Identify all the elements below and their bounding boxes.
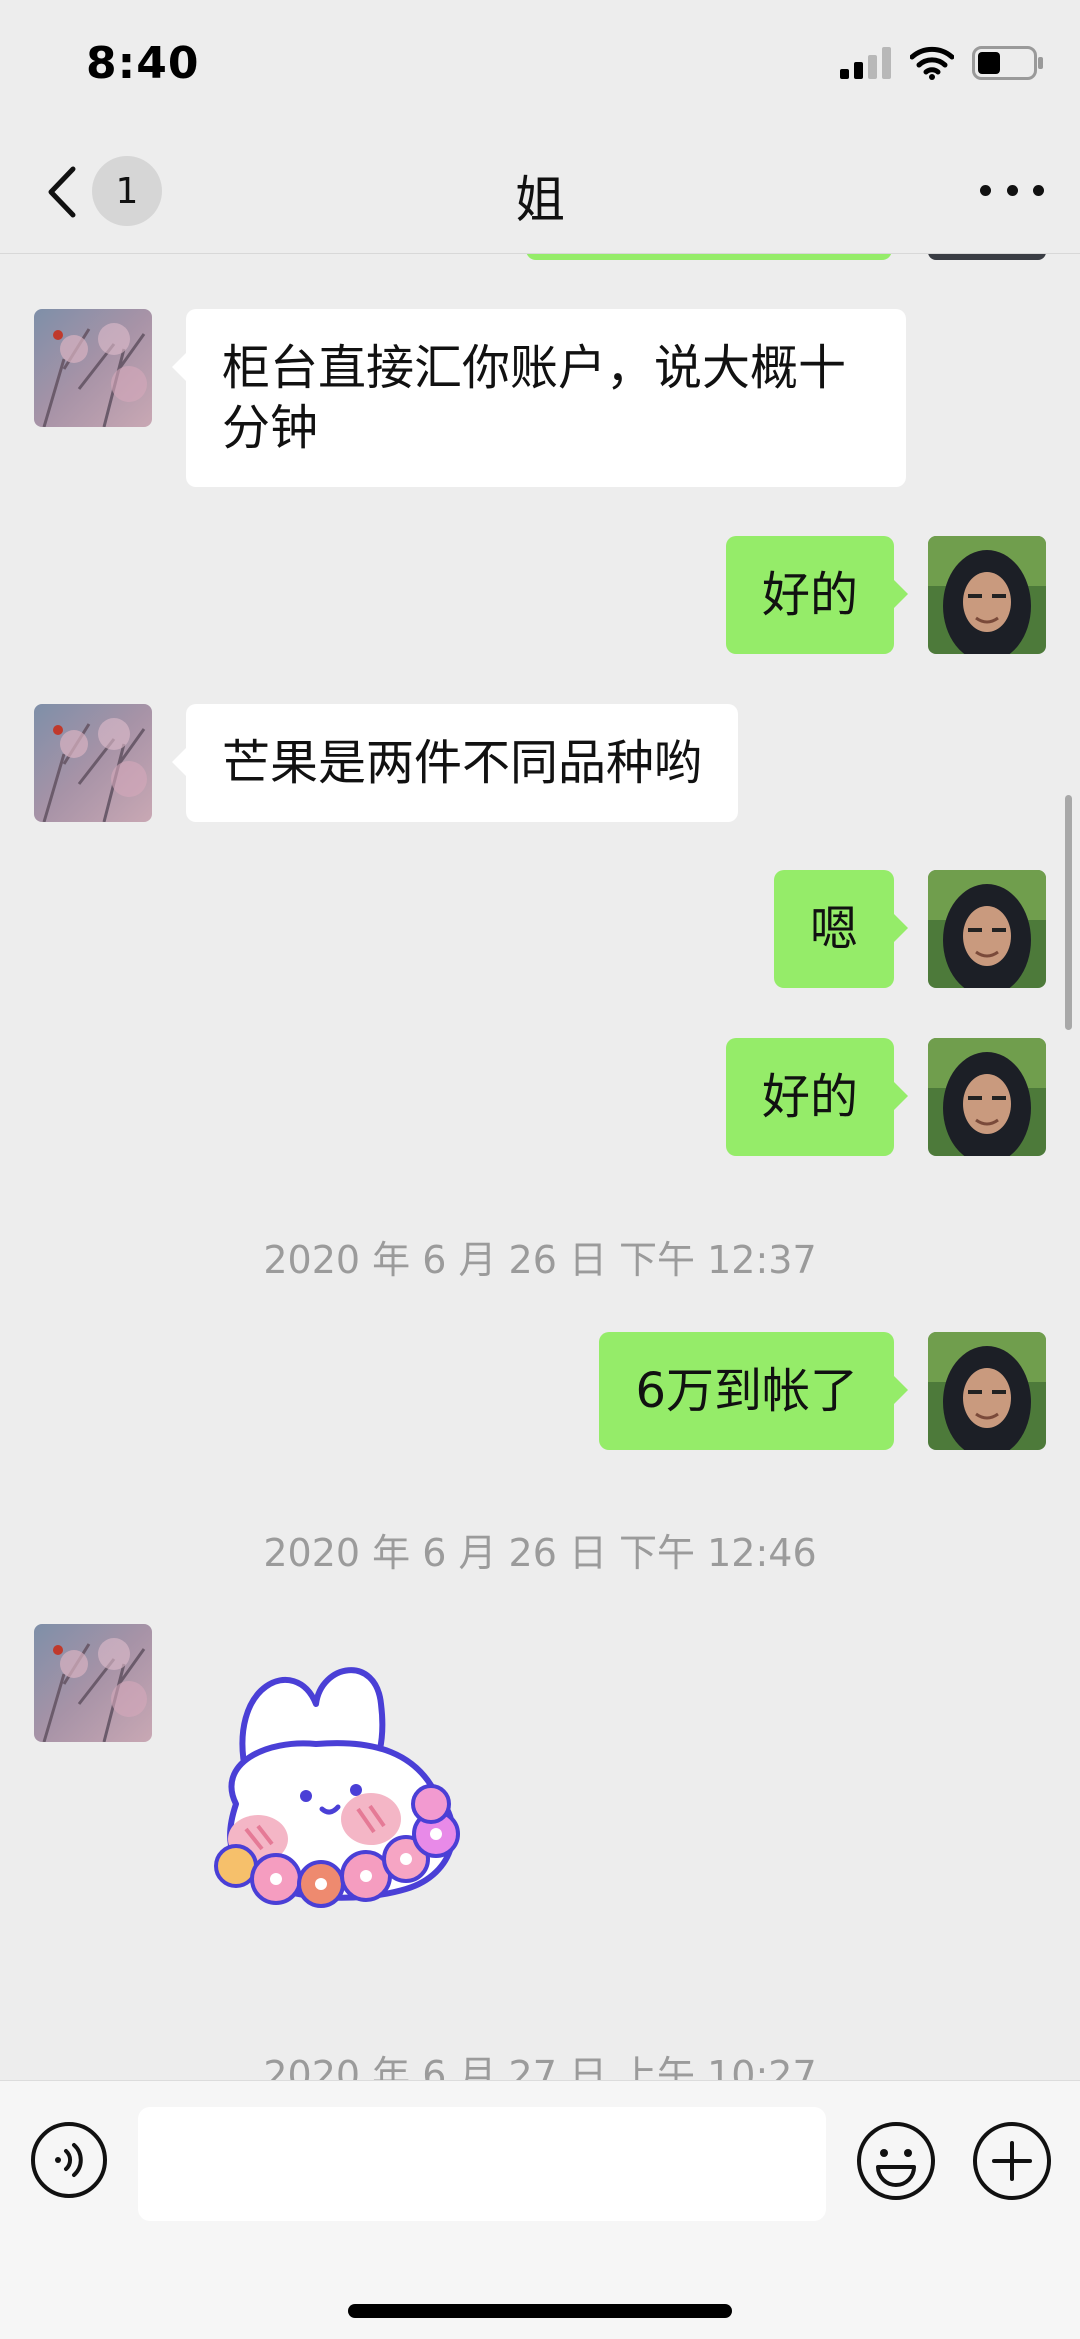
- user-avatar[interactable]: [928, 870, 1046, 988]
- message-input[interactable]: [138, 2107, 826, 2221]
- message-bubble[interactable]: 芒果是两件不同品种哟: [171, 704, 739, 822]
- message-bubble[interactable]: 柜台直接汇你账户，说大概十分钟: [172, 309, 906, 487]
- bunny-sticker[interactable]: [206, 1644, 526, 1944]
- battery-icon: [972, 46, 1043, 80]
- timestamp: 2020 年 6 月 26 日 下午 12:37: [263, 1238, 817, 1282]
- chat-title: 姐: [515, 171, 565, 229]
- status-time: 8:40: [86, 38, 200, 89]
- more-button[interactable]: [980, 170, 1044, 210]
- voice-icon[interactable]: [30, 2121, 108, 2199]
- input-bar: [0, 2080, 1080, 2339]
- signal-icon: [840, 47, 891, 79]
- timestamp: 2020 年 6 月 27 日 上午 10:27: [263, 2053, 817, 2080]
- status-bar: 8:40: [0, 0, 1080, 130]
- user-avatar[interactable]: [928, 536, 1046, 654]
- user-avatar[interactable]: [928, 1038, 1046, 1156]
- user-avatar[interactable]: [928, 1332, 1046, 1450]
- partial-avatar: [928, 254, 1046, 260]
- scroll-indicator[interactable]: [1065, 795, 1072, 1030]
- emoji-icon[interactable]: [856, 2121, 936, 2201]
- wifi-icon: [910, 46, 954, 80]
- contact-avatar[interactable]: [34, 704, 152, 822]
- contact-avatar[interactable]: [34, 309, 152, 427]
- timestamp: 2020 年 6 月 26 日 下午 12:46: [263, 1531, 817, 1575]
- partial-bubble: [526, 254, 892, 260]
- status-icons: [840, 46, 1044, 80]
- home-indicator: [348, 2304, 732, 2318]
- chat-area[interactable]: 柜台直接汇你账户，说大概十分钟 好的 芒果是两件不同品种哟 嗯 好的 2020 …: [0, 254, 1080, 2080]
- plus-icon[interactable]: [972, 2121, 1052, 2201]
- more-icon: [980, 184, 991, 196]
- message-bubble[interactable]: 嗯: [773, 870, 909, 988]
- contact-avatar[interactable]: [34, 1624, 152, 1742]
- nav-bar: 1 姐: [0, 130, 1080, 254]
- message-bubble[interactable]: 好的: [725, 1038, 909, 1156]
- message-bubble[interactable]: 6万到帐了: [599, 1332, 908, 1450]
- message-bubble[interactable]: 好的: [725, 536, 909, 654]
